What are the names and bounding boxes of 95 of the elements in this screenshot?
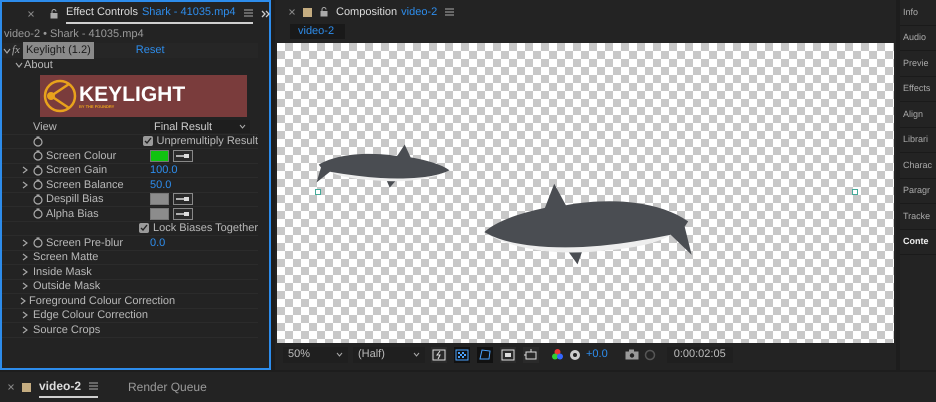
stopwatch-icon[interactable]	[33, 164, 43, 176]
checkbox-label: Lock Biases Together	[153, 221, 258, 236]
eyedropper-icon[interactable]	[173, 150, 193, 162]
timecode-field[interactable]: 0:00:02:05	[666, 346, 733, 362]
panel-tab[interactable]: Effect Controls Shark - 41035.mp4	[66, 4, 253, 24]
mask-path-icon[interactable]	[476, 346, 494, 362]
eyedropper-icon[interactable]	[173, 208, 193, 220]
close-icon[interactable]	[8, 384, 14, 390]
view-dropdown[interactable]: Final Result	[150, 120, 250, 134]
section-label[interactable]: About	[24, 56, 53, 74]
transparency-grid-icon[interactable]	[453, 346, 471, 362]
menu-icon[interactable]	[89, 382, 98, 390]
guides-icon[interactable]	[522, 346, 540, 362]
property-label: Screen Gain	[46, 163, 108, 178]
panel-color-icon	[303, 8, 312, 16]
stopwatch-icon[interactable]	[33, 237, 43, 248]
group-label[interactable]: Edge Colour Correction	[33, 307, 148, 324]
lock-icon[interactable]	[50, 9, 58, 19]
value-field[interactable]: 0.0	[150, 234, 166, 251]
property-label: Screen Balance	[46, 178, 124, 192]
panel-tab[interactable]: Effects	[900, 76, 936, 102]
panel-tab[interactable]: Paragr	[900, 178, 936, 204]
stopwatch-icon[interactable]	[33, 208, 43, 220]
handle-icon[interactable]	[315, 189, 321, 195]
panel-tab[interactable]: Render Queue	[128, 378, 207, 396]
chevron-icon[interactable]	[15, 62, 23, 68]
checkbox[interactable]	[139, 223, 150, 234]
close-icon[interactable]	[28, 11, 34, 17]
value-field[interactable]: 100.0	[150, 162, 178, 178]
handle-icon[interactable]	[852, 189, 858, 195]
chevron-icon[interactable]	[22, 238, 28, 247]
chevron-icon[interactable]	[22, 180, 28, 189]
caret-icon[interactable]	[336, 352, 343, 357]
panel-color-icon	[22, 382, 31, 392]
panel-tab[interactable]: Info	[900, 0, 936, 26]
fast-preview-icon[interactable]	[430, 346, 448, 362]
logo-text: KEYLIGHT	[79, 84, 186, 104]
zoom-dropdown[interactable]: 50%	[283, 346, 348, 362]
effect-name[interactable]: Keylight (1.2)	[22, 42, 94, 59]
exposure-icon[interactable]	[569, 348, 581, 360]
chevron-icon[interactable]	[22, 282, 28, 290]
layer-path: video-2 • Shark - 41035.mp4	[3, 27, 145, 42]
region-of-interest-icon[interactable]	[499, 346, 517, 362]
camera-icon[interactable]	[624, 349, 639, 360]
color-swatch[interactable]	[150, 208, 169, 220]
panel-tab[interactable]: Previe	[900, 51, 936, 76]
menu-icon[interactable]	[244, 8, 253, 16]
chevron-icon[interactable]	[22, 253, 28, 262]
resolution-dropdown[interactable]: (Half)	[353, 346, 425, 362]
lock-icon[interactable]	[320, 7, 328, 17]
caret-icon[interactable]	[239, 124, 246, 130]
panel-tab[interactable]: Composition video-2	[336, 4, 454, 20]
property-label: Alpha Bias	[46, 206, 99, 222]
panel-tab[interactable]: Audio	[900, 26, 936, 51]
group-label[interactable]: Outside Mask	[33, 278, 100, 294]
chevron-icon[interactable]	[22, 326, 28, 334]
close-icon[interactable]	[289, 9, 295, 15]
chevron-icon[interactable]	[22, 311, 28, 320]
stopwatch-icon[interactable]	[33, 136, 43, 147]
panel-tab[interactable]: video-2	[39, 376, 98, 398]
eyedropper-icon[interactable]	[173, 193, 193, 206]
color-swatch[interactable]	[150, 150, 169, 162]
panel-tab[interactable]: Librari	[900, 128, 936, 153]
checkbox[interactable]	[142, 136, 153, 146]
caret-icon[interactable]	[413, 352, 420, 357]
panel-tab[interactable]: Align	[900, 102, 936, 128]
stopwatch-icon[interactable]	[33, 179, 43, 190]
double-chevron-icon[interactable]	[260, 10, 270, 18]
value-field[interactable]: 50.0	[150, 176, 172, 193]
chevron-icon[interactable]	[20, 296, 26, 305]
menu-icon[interactable]	[445, 8, 454, 16]
reset-link[interactable]: Reset	[136, 42, 165, 59]
logo-icon	[43, 79, 77, 113]
group-label[interactable]: Screen Matte	[33, 249, 98, 266]
chevron-icon[interactable]	[22, 166, 28, 174]
panel-tab[interactable]: Conte	[900, 230, 936, 255]
color-swatch[interactable]	[150, 193, 169, 206]
group-label[interactable]: Source Crops	[33, 322, 100, 338]
group-label[interactable]: Inside Mask	[33, 264, 92, 280]
chevron-icon[interactable]	[22, 268, 28, 276]
property-label: Screen Colour	[46, 148, 116, 164]
chevron-icon[interactable]	[3, 48, 11, 54]
fx-label: fx	[12, 43, 20, 58]
group-label[interactable]: Foreground Colour Correction	[29, 292, 176, 309]
composition-tab[interactable]: video-2	[290, 24, 345, 39]
property-label: Despill Bias	[46, 192, 104, 207]
stopwatch-icon[interactable]	[33, 194, 43, 205]
panel-tab[interactable]: Tracke	[900, 204, 936, 230]
panel-tab[interactable]: Charac	[900, 153, 936, 178]
checkbox-label: Unpremultiply Result	[156, 134, 258, 149]
stopwatch-icon[interactable]	[33, 150, 43, 162]
exposure-value[interactable]: +0.0	[586, 346, 608, 363]
color-channels-icon[interactable]	[551, 348, 564, 361]
property-label: Screen Pre-blur	[46, 236, 124, 250]
property-label: View	[33, 120, 57, 134]
